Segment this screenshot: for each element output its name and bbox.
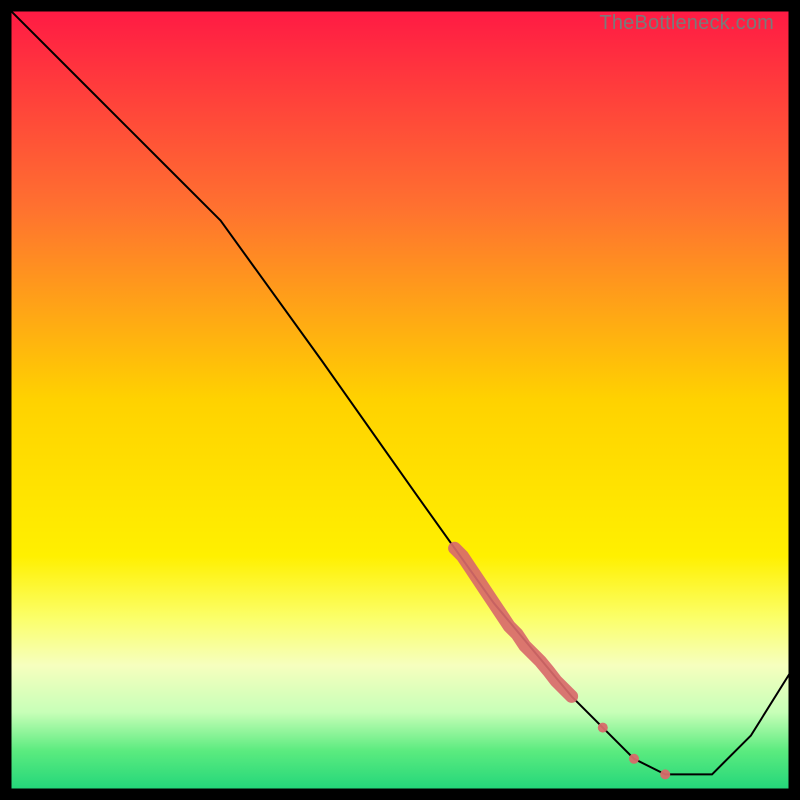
chart-frame: TheBottleneck.com — [10, 10, 790, 790]
watermark-label: TheBottleneck.com — [599, 12, 774, 35]
highlight-dot — [660, 769, 670, 779]
highlight-dot — [598, 723, 608, 733]
chart-plot — [10, 10, 790, 790]
highlight-dot — [629, 754, 639, 764]
